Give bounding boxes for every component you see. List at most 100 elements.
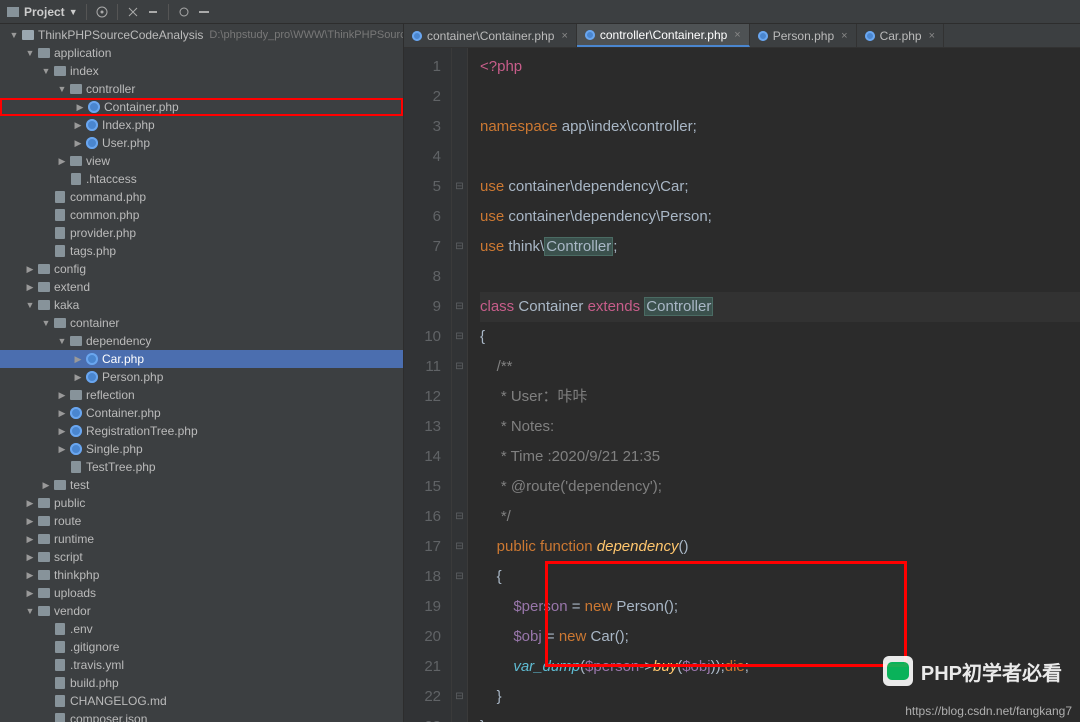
fold-marker[interactable] — [452, 202, 467, 232]
tree-arrow-icon[interactable]: ▶ — [56, 426, 68, 437]
fold-marker[interactable]: ⊟ — [452, 502, 467, 532]
tree-arrow-icon[interactable]: ▶ — [72, 120, 84, 131]
tree-item[interactable]: ▶runtime — [0, 530, 403, 548]
tree-item[interactable]: ▼controller — [0, 80, 403, 98]
fold-marker[interactable] — [452, 52, 467, 82]
fold-marker[interactable]: ⊟ — [452, 562, 467, 592]
fold-marker[interactable]: ⊟ — [452, 352, 467, 382]
tree-arrow-icon[interactable]: ▶ — [72, 354, 84, 365]
tree-item[interactable]: ▶Index.php — [0, 116, 403, 134]
fold-marker[interactable]: ⊟ — [452, 172, 467, 202]
tree-item[interactable]: ▶view — [0, 152, 403, 170]
tree-arrow-icon[interactable]: ▼ — [24, 606, 36, 616]
fold-marker[interactable] — [452, 262, 467, 292]
tree-item[interactable]: ▼vendor — [0, 602, 403, 620]
tree-item[interactable]: ▶User.php — [0, 134, 403, 152]
editor-tab[interactable]: container\Container.php× — [404, 24, 577, 47]
tree-arrow-icon[interactable]: ▶ — [24, 534, 36, 545]
tree-item[interactable]: ▼container — [0, 314, 403, 332]
tree-arrow-icon[interactable]: ▼ — [24, 300, 36, 310]
tree-item[interactable]: ▼kaka — [0, 296, 403, 314]
collapse-icon[interactable] — [146, 5, 160, 19]
tree-item[interactable]: ▶RegistrationTree.php — [0, 422, 403, 440]
tree-arrow-icon[interactable]: ▶ — [56, 408, 68, 419]
tree-item[interactable]: ▶public — [0, 494, 403, 512]
tree-item[interactable]: ▶Person.php — [0, 368, 403, 386]
tree-arrow-icon[interactable]: ▶ — [56, 390, 68, 401]
tree-arrow-icon[interactable]: ▶ — [24, 588, 36, 599]
fold-marker[interactable]: ⊟ — [452, 322, 467, 352]
fold-marker[interactable] — [452, 142, 467, 172]
settings-icon[interactable] — [177, 5, 191, 19]
project-tree[interactable]: ▼ThinkPHPSourceCodeAnalysisD:\phpstudy_p… — [0, 24, 404, 722]
fold-marker[interactable] — [452, 472, 467, 502]
editor-tab[interactable]: controller\Container.php× — [577, 24, 750, 47]
close-icon[interactable]: × — [734, 29, 740, 41]
tree-arrow-icon[interactable]: ▶ — [56, 444, 68, 455]
fold-marker[interactable] — [452, 652, 467, 682]
target-icon[interactable] — [95, 5, 109, 19]
tree-item[interactable]: .env — [0, 620, 403, 638]
tree-arrow-icon[interactable]: ▼ — [56, 336, 68, 346]
fold-marker[interactable]: ⊟ — [452, 712, 467, 722]
tree-item[interactable]: ▶route — [0, 512, 403, 530]
tree-item[interactable]: .gitignore — [0, 638, 403, 656]
tree-arrow-icon[interactable]: ▶ — [74, 102, 86, 113]
tree-arrow-icon[interactable]: ▶ — [56, 156, 68, 167]
fold-marker[interactable] — [452, 382, 467, 412]
tree-arrow-icon[interactable]: ▶ — [24, 552, 36, 563]
tree-item[interactable]: composer.json — [0, 710, 403, 722]
tree-item[interactable]: ▶config — [0, 260, 403, 278]
fold-marker[interactable] — [452, 412, 467, 442]
tree-arrow-icon[interactable]: ▼ — [24, 48, 36, 58]
expand-icon[interactable] — [126, 5, 140, 19]
tree-item[interactable]: build.php — [0, 674, 403, 692]
tree-item[interactable]: ▶script — [0, 548, 403, 566]
tree-item[interactable]: CHANGELOG.md — [0, 692, 403, 710]
tree-item[interactable]: tags.php — [0, 242, 403, 260]
tree-arrow-icon[interactable]: ▶ — [24, 264, 36, 275]
fold-marker[interactable]: ⊟ — [452, 682, 467, 712]
tree-item[interactable]: ▶Container.php — [0, 98, 403, 116]
tree-item[interactable]: .htaccess — [0, 170, 403, 188]
tree-arrow-icon[interactable]: ▶ — [24, 282, 36, 293]
tree-item[interactable]: common.php — [0, 206, 403, 224]
tree-arrow-icon[interactable]: ▶ — [40, 480, 52, 491]
tree-arrow-icon[interactable]: ▼ — [8, 30, 20, 40]
tree-arrow-icon[interactable]: ▶ — [24, 516, 36, 527]
tree-item[interactable]: ▼index — [0, 62, 403, 80]
close-icon[interactable]: × — [561, 30, 567, 42]
fold-marker[interactable] — [452, 112, 467, 142]
fold-marker[interactable] — [452, 82, 467, 112]
fold-marker[interactable] — [452, 592, 467, 622]
project-tool-header[interactable]: Project ▼ — [6, 5, 78, 19]
tree-item[interactable]: .travis.yml — [0, 656, 403, 674]
code-content[interactable]: <?php namespace app\index\controller; us… — [468, 48, 1080, 722]
tree-item[interactable]: command.php — [0, 188, 403, 206]
tree-arrow-icon[interactable]: ▼ — [40, 318, 52, 328]
tree-item[interactable]: provider.php — [0, 224, 403, 242]
fold-marker[interactable]: ⊟ — [452, 232, 467, 262]
tree-item[interactable]: ▶thinkphp — [0, 566, 403, 584]
fold-marker[interactable]: ⊟ — [452, 292, 467, 322]
tree-item[interactable]: ▶extend — [0, 278, 403, 296]
tree-item[interactable]: ▶Single.php — [0, 440, 403, 458]
tree-item[interactable]: ▼dependency — [0, 332, 403, 350]
tree-arrow-icon[interactable]: ▶ — [72, 372, 84, 383]
tree-item[interactable]: ▶Car.php — [0, 350, 403, 368]
tree-item[interactable]: ▶uploads — [0, 584, 403, 602]
tree-item[interactable]: ▼ThinkPHPSourceCodeAnalysisD:\phpstudy_p… — [0, 26, 403, 44]
close-icon[interactable]: × — [929, 30, 935, 42]
fold-marker[interactable] — [452, 442, 467, 472]
tree-arrow-icon[interactable]: ▶ — [24, 570, 36, 581]
editor-tab[interactable]: Car.php× — [857, 24, 944, 47]
fold-marker[interactable]: ⊟ — [452, 532, 467, 562]
editor-tab[interactable]: Person.php× — [750, 24, 857, 47]
tree-item[interactable]: ▶Container.php — [0, 404, 403, 422]
tree-item[interactable]: ▼application — [0, 44, 403, 62]
tree-arrow-icon[interactable]: ▼ — [56, 84, 68, 94]
hide-icon[interactable] — [197, 5, 211, 19]
close-icon[interactable]: × — [841, 30, 847, 42]
tree-item[interactable]: ▶reflection — [0, 386, 403, 404]
tree-arrow-icon[interactable]: ▶ — [72, 138, 84, 149]
